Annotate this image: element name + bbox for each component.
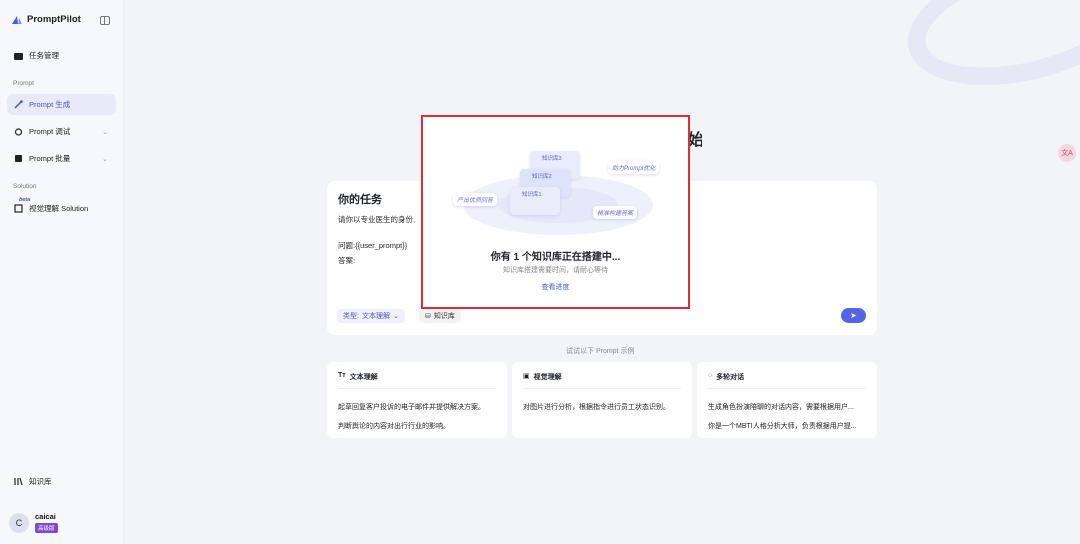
example-line: 你是一个MBTI人格分析大师，负责根据用户提...	[708, 423, 857, 430]
knowledge-illustration: 知识库3 知识库2 知识库1 产出优质回答 助力Prompt优化 精准构建答案	[448, 133, 668, 237]
sidebar-item-label: 任务管理	[29, 51, 59, 60]
modal-title: 你有 1 个知识库正在搭建中...	[490, 252, 621, 263]
collapse-sidebar-icon[interactable]	[100, 16, 110, 25]
chevron-down-icon: ⌄	[102, 128, 108, 136]
example-line: 对图片进行分析，根据指令进行员工状态识别。	[523, 404, 670, 411]
user-name: caicai	[35, 512, 56, 521]
task-line[interactable]: 请你以专业医生的身份,	[338, 214, 415, 225]
logo-icon	[12, 15, 22, 24]
example-line: 生成角色扮演陪聊的对话内容，需要根据用户...	[708, 404, 854, 411]
plan-badge: 高级版	[35, 523, 58, 533]
debug-icon	[13, 127, 23, 137]
sidebar: PromptPilot 任务管理 Prompt Prompt 生成 Prompt…	[0, 0, 124, 544]
sidebar-item-prompt-generate[interactable]: Prompt 生成	[7, 94, 116, 115]
image-icon: ▣	[523, 373, 530, 380]
example-title: 文本理解	[349, 374, 378, 381]
modal-subtitle: 知识库搭建需要时间，请耐心等待	[503, 267, 608, 274]
send-button[interactable]: ➤	[841, 308, 866, 323]
task-line[interactable]: 问题:{{user_prompt}}	[338, 240, 407, 251]
sidebar-item-prompt-debug[interactable]: Prompt 调试 ⌄	[7, 121, 116, 142]
divider	[708, 388, 866, 389]
example-line: 起草回复客户投诉的电子邮件并提供解决方案。	[338, 404, 485, 411]
translate-icon[interactable]: 文A	[1058, 144, 1076, 162]
sidebar-item-label: 视觉理解 Solution	[29, 204, 89, 213]
cube-icon	[13, 204, 23, 214]
chip-assist: 助力Prompt优化	[608, 161, 660, 174]
divider	[523, 388, 681, 389]
sidebar-item-task-management[interactable]: 任务管理	[7, 45, 116, 66]
type-select[interactable]: 类型: 文本理解 ⌄	[337, 309, 405, 323]
chevron-down-icon: ⌄	[102, 155, 108, 163]
brand[interactable]: PromptPilot	[11, 14, 81, 25]
library-icon	[13, 477, 23, 487]
kb-card: 知识库1	[510, 187, 560, 215]
type-value: 文本理解	[361, 313, 390, 320]
example-title: 视觉理解	[533, 374, 562, 381]
sidebar-item-label: Prompt 调试	[29, 127, 71, 136]
knowledge-building-modal: 知识库3 知识库2 知识库1 产出优质回答 助力Prompt优化 精准构建答案 …	[421, 115, 690, 309]
examples-hint: 试试以下 Prompt 示例	[566, 348, 635, 355]
example-title: 多轮对话	[716, 374, 745, 381]
sidebar-item-label: Prompt 批量	[29, 154, 71, 163]
chip-quality: 产出优质回答	[453, 193, 498, 206]
wand-icon	[13, 100, 23, 110]
chip-fast: 精准构建答案	[593, 206, 638, 219]
send-icon: ➤	[850, 311, 857, 320]
task-line[interactable]: 答案:	[338, 255, 355, 266]
section-label-prompt: Prompt	[13, 80, 34, 87]
task-title: 你的任务	[338, 194, 382, 206]
example-card-visual[interactable]: ▣ 视觉理解 对图片进行分析，根据指令进行员工状态识别。	[512, 362, 692, 438]
sidebar-item-label: Prompt 生成	[29, 100, 71, 109]
batch-icon	[13, 154, 23, 164]
knowledge-base-button[interactable]: ⛁ 知识库	[419, 309, 461, 323]
sidebar-item-knowledge[interactable]: 知识库	[7, 471, 116, 492]
page-heading-partial: 始	[688, 132, 702, 149]
app-name: PromptPilot	[27, 14, 81, 25]
user-profile[interactable]: C caicai 高级版	[9, 512, 58, 533]
folder-icon	[13, 51, 23, 61]
section-label-solution: Solution	[13, 183, 37, 190]
chat-icon: ◌	[708, 372, 713, 379]
view-progress-link[interactable]: 查看进度	[423, 282, 688, 292]
type-label: 类型:	[343, 313, 359, 320]
sidebar-item-visual-solution[interactable]: 视觉理解 Solution	[7, 198, 116, 219]
sidebar-item-label: 知识库	[29, 477, 52, 486]
example-card-dialog[interactable]: ◌ 多轮对话 生成角色扮演陪聊的对话内容，需要根据用户... 你是一个MBTI人格…	[697, 362, 877, 438]
avatar: C	[9, 512, 29, 533]
example-card-text[interactable]: Tт 文本理解 起草回复客户投诉的电子邮件并提供解决方案。 判断舆论的内容对出行行…	[327, 362, 507, 438]
kb-label: 知识库	[433, 313, 455, 320]
chevron-down-icon: ⌄	[392, 313, 399, 320]
library-icon: ⛁	[425, 313, 431, 320]
divider	[338, 388, 496, 389]
example-line: 判断舆论的内容对出行行业的影响。	[338, 423, 450, 430]
sidebar-item-prompt-batch[interactable]: Prompt 批量 ⌄	[7, 148, 116, 169]
text-icon: Tт	[338, 372, 346, 379]
